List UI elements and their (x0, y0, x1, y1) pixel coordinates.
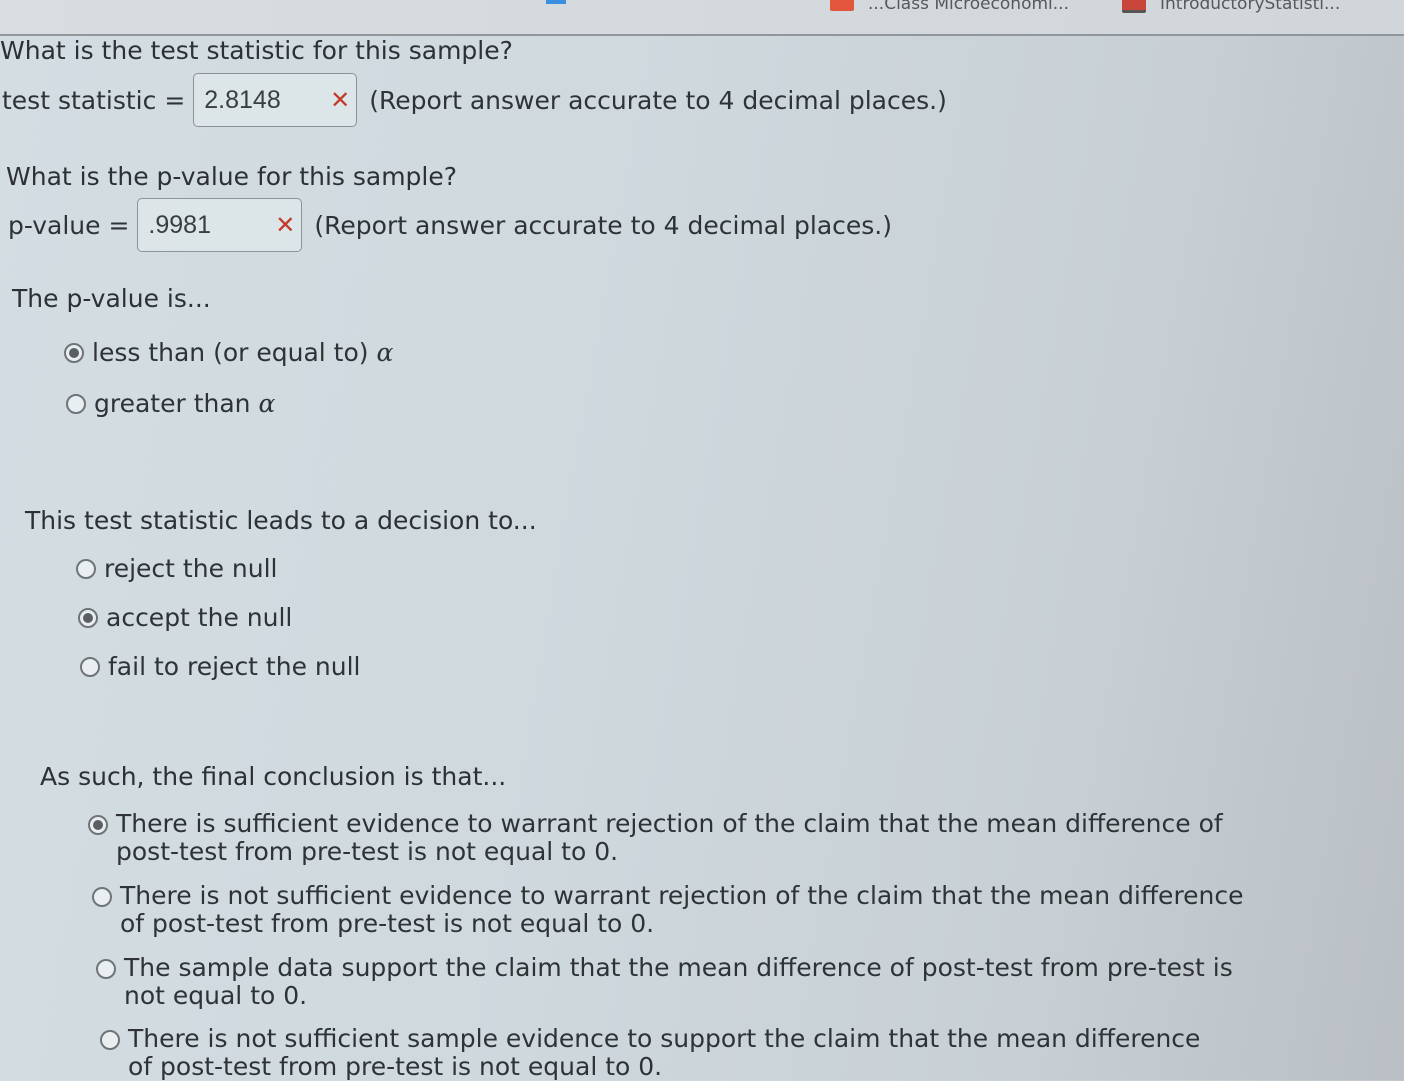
bookmark-microeconomics[interactable]: ...Class Microeconomi... (830, 0, 1069, 14)
option-label: less than (or equal to) (92, 338, 369, 367)
option-label: greater than (94, 389, 251, 418)
radio-button-checked[interactable] (78, 607, 98, 628)
radio-button-checked[interactable] (64, 342, 84, 363)
test-statistic-hint: (Report answer accurate to 4 decimal pla… (369, 85, 947, 115)
radio-button-checked[interactable] (88, 815, 108, 835)
radio-button[interactable] (100, 1030, 120, 1050)
option-label: accept the null (106, 603, 293, 632)
incorrect-x-icon: ✕ (275, 211, 296, 239)
radio-option-conclusion-2[interactable]: There is not sufficient evidence to warr… (92, 882, 1248, 938)
p-value-comparison-question: The p-value is... (12, 284, 211, 313)
radio-button[interactable] (96, 959, 116, 979)
alpha-symbol: α (376, 338, 394, 367)
radio-option-conclusion-3[interactable]: The sample data support the claim that t… (96, 954, 1236, 1010)
test-statistic-row: test statistic = 2.8148 ✕ (Report answer… (2, 73, 947, 127)
test-statistic-input[interactable]: 2.8148 ✕ (193, 73, 358, 127)
pdf-icon (830, 0, 854, 11)
conclusion-question: As such, the final conclusion is that... (40, 762, 507, 791)
option-label: fail to reject the null (108, 652, 361, 681)
p-value-row: p-value = .9981 ✕ (Report answer accurat… (8, 198, 892, 252)
p-value-hint: (Report answer accurate to 4 decimal pla… (314, 210, 892, 240)
bookmark-introductory-statistics[interactable]: IntroductoryStatisti... (1122, 0, 1340, 14)
bookmark-indicator (546, 0, 566, 4)
pdf-icon (1122, 0, 1146, 13)
option-label: There is sufficient evidence to warrant … (116, 809, 1223, 866)
decision-question: This test statistic leads to a decision … (25, 506, 537, 535)
radio-option-fail-to-reject-null[interactable]: fail to reject the null (80, 652, 361, 681)
option-label: There is not sufficient sample evidence … (128, 1024, 1201, 1081)
p-value-label: p-value = (8, 210, 130, 240)
radio-option-reject-null[interactable]: reject the null (76, 554, 278, 583)
option-label: There is not sufficient evidence to warr… (120, 881, 1244, 938)
p-value-input[interactable]: .9981 ✕ (137, 198, 303, 252)
radio-option-less-than-alpha[interactable]: less than (or equal to) α (64, 338, 393, 367)
option-label: The sample data support the claim that t… (124, 953, 1233, 1010)
radio-option-conclusion-4[interactable]: There is not sufficient sample evidence … (100, 1025, 1230, 1081)
radio-option-conclusion-1[interactable]: There is sufficient evidence to warrant … (88, 810, 1248, 866)
test-statistic-label: test statistic = (2, 85, 186, 115)
radio-button[interactable] (92, 887, 112, 907)
radio-option-accept-null[interactable]: accept the null (78, 603, 292, 632)
radio-option-greater-than-alpha[interactable]: greater than α (66, 389, 275, 418)
alpha-symbol: α (258, 389, 276, 418)
option-label: reject the null (104, 554, 278, 583)
p-value-value: .9981 (148, 210, 211, 239)
p-value-question: What is the p-value for this sample? (6, 162, 458, 191)
radio-button[interactable] (80, 656, 100, 677)
radio-button[interactable] (66, 393, 86, 414)
radio-button[interactable] (76, 558, 96, 579)
bookmarks-bar: ...Class Microeconomi... IntroductorySta… (0, 0, 1404, 36)
bookmark-label: IntroductoryStatisti... (1160, 0, 1341, 14)
test-statistic-question: What is the test statistic for this samp… (0, 36, 513, 65)
incorrect-x-icon: ✕ (330, 86, 351, 114)
bookmark-label: ...Class Microeconomi... (868, 0, 1069, 14)
test-statistic-value: 2.8148 (204, 85, 281, 114)
